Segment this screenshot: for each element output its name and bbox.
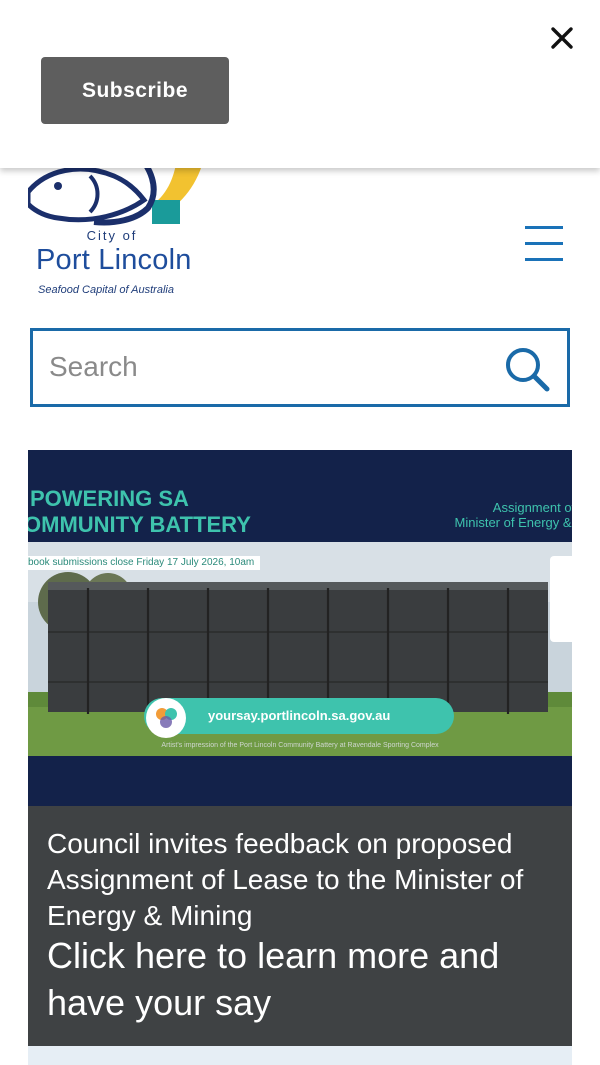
port-lincoln-logo[interactable]: City of Port Lincoln Seafood Capital of … [28, 150, 218, 302]
hamburger-menu-icon [525, 258, 563, 261]
subscribe-banner: Subscribe [0, 0, 600, 168]
image-title: POWERING SA OMMUNITY BATTERY [28, 486, 251, 537]
image-deadline-text: book submissions close Friday 17 July 20… [28, 556, 261, 570]
logo-city-of: City of [86, 228, 138, 243]
hamburger-menu-icon [525, 242, 563, 245]
image-caption: Artist's impression of the Port Lincoln … [161, 742, 439, 749]
feature-card[interactable]: POWERING SA OMMUNITY BATTERY Assignment … [28, 450, 572, 1050]
close-button[interactable] [544, 20, 580, 56]
menu-button[interactable] [522, 224, 566, 264]
subscribe-button[interactable]: Subscribe [41, 57, 229, 124]
image-url-pill: yoursay.portlincoln.sa.gov.au [144, 698, 454, 734]
search-input[interactable] [49, 347, 479, 387]
hamburger-menu-icon [525, 226, 563, 229]
image-right-heading: Assignment of L Minister of Energy & M [454, 500, 573, 530]
image-side-badge [550, 556, 572, 642]
logo-tagline: Seafood Capital of Australia [38, 284, 174, 296]
search-box [30, 328, 570, 407]
yoursay-logo-icon [146, 698, 186, 738]
next-section-strip [28, 1046, 572, 1065]
search-icon [506, 348, 550, 392]
search-button[interactable] [501, 343, 553, 395]
close-icon [551, 27, 573, 49]
feature-text-panel: Council invites feedback on proposed Ass… [28, 806, 572, 1046]
feature-image: POWERING SA OMMUNITY BATTERY Assignment … [28, 450, 572, 806]
logo-name: Port Lincoln [36, 244, 192, 276]
feature-description: Council invites feedback on proposed Ass… [47, 828, 524, 931]
feature-cta-link[interactable]: Click here to learn more and have your s… [47, 932, 557, 1026]
